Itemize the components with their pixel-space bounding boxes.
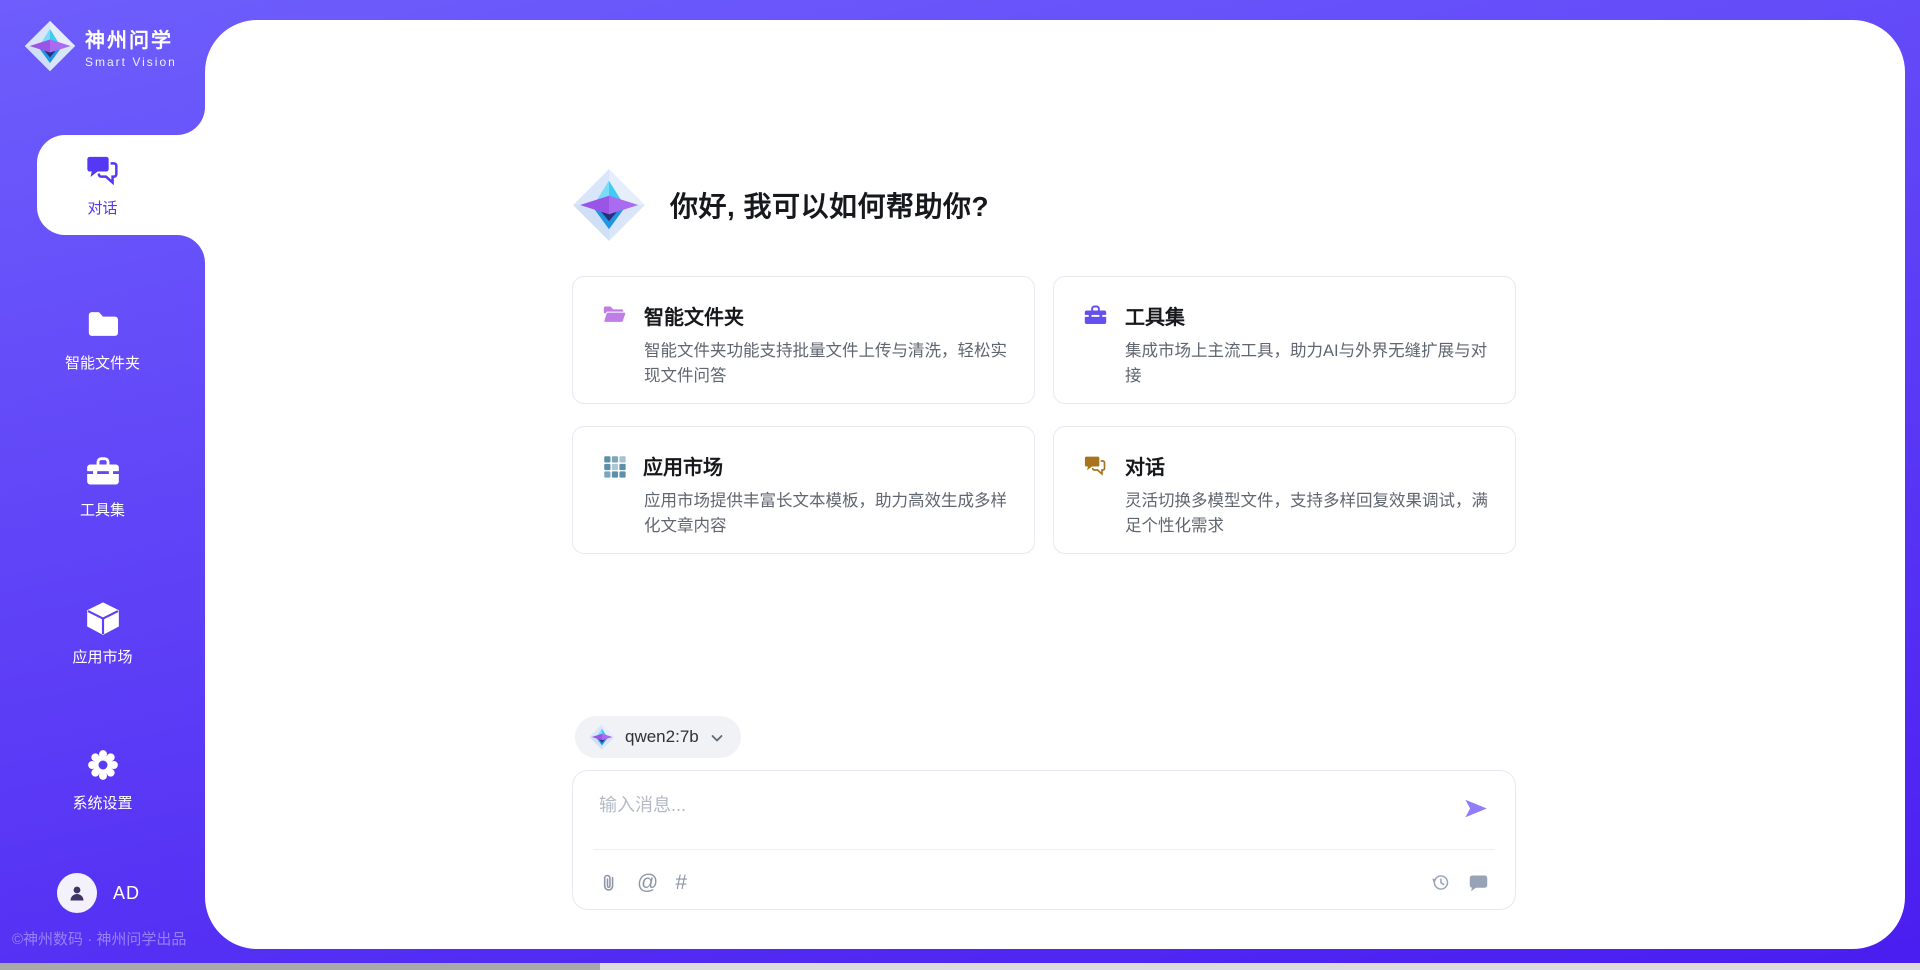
card-chat[interactable]: 对话 灵活切换多模型文件，支持多样回复效果调试，满足个性化需求 [1053, 426, 1516, 554]
sidebar-item-label: 应用市场 [72, 646, 132, 667]
card-title: 智能文件夹 [644, 301, 744, 330]
model-selector[interactable]: qwen2:7b [575, 716, 741, 758]
card-app-market[interactable]: 应用市场 应用市场提供丰富长文本模板，助力高效生成多样化文章内容 [572, 426, 1035, 554]
model-name: qwen2:7b [625, 727, 699, 747]
toolbox-icon [83, 452, 123, 492]
at-icon: @ [637, 872, 658, 893]
greeting-text: 你好, 我可以如何帮助你? [670, 185, 989, 225]
history-button[interactable] [1430, 872, 1451, 893]
hashtag-button[interactable]: # [675, 872, 687, 893]
paperclip-icon [599, 872, 620, 893]
horizontal-scrollbar [0, 963, 1920, 970]
avatar [57, 873, 97, 913]
greeting-row: 你好, 我可以如何帮助你? [572, 168, 989, 242]
card-title: 应用市场 [643, 451, 723, 480]
brand-diamond-icon [572, 168, 646, 242]
card-smart-folder[interactable]: 智能文件夹 智能文件夹功能支持批量文件上传与清洗，轻松实现文件问答 [572, 276, 1035, 404]
history-clock-icon [1430, 872, 1451, 893]
card-description: 应用市场提供丰富长文本模板，助力高效生成多样化文章内容 [644, 489, 1008, 539]
sidebar-item-label: 工具集 [80, 499, 125, 520]
sidebar-item-app-market[interactable]: 应用市场 [0, 599, 205, 667]
main-content-panel: 你好, 我可以如何帮助你? 智能文件夹 智能文件夹功能支持批量文件上传与清洗，轻… [205, 20, 1905, 949]
user-initials: AD [113, 883, 140, 904]
brand-subtitle: Smart Vision [85, 55, 177, 69]
chat-bubbles-icon [1082, 452, 1109, 479]
toolbox-icon [1082, 302, 1109, 329]
send-plane-icon [1462, 795, 1489, 822]
sidebar-item-label: 系统设置 [72, 792, 132, 813]
app-logo: 神州问学 Smart Vision [24, 20, 177, 72]
model-diamond-icon [589, 724, 615, 750]
sidebar-item-chat[interactable]: 对话 [0, 150, 205, 218]
hash-icon: # [675, 872, 687, 893]
conversation-button[interactable] [1468, 872, 1489, 893]
card-title: 对话 [1125, 451, 1165, 480]
card-description: 灵活切换多模型文件，支持多样回复效果调试，满足个性化需求 [1125, 489, 1489, 539]
logo-diamond-icon [24, 20, 76, 72]
user-account[interactable]: AD [57, 873, 140, 913]
message-composer: @ # [572, 770, 1516, 910]
mention-button[interactable]: @ [637, 872, 658, 893]
card-toolset[interactable]: 工具集 集成市场上主流工具，助力AI与外界无缝扩展与对接 [1053, 276, 1516, 404]
scrollbar-thumb[interactable] [0, 963, 600, 970]
cube-icon [83, 599, 123, 639]
folder-icon [83, 305, 123, 345]
chevron-down-icon [709, 730, 725, 746]
sidebar-item-label: 对话 [87, 197, 117, 218]
card-title: 工具集 [1125, 301, 1185, 330]
sidebar-item-toolset[interactable]: 工具集 [0, 452, 205, 520]
sidebar-item-smart-folder[interactable]: 智能文件夹 [0, 305, 205, 373]
folder-icon [601, 302, 628, 329]
copyright-text: ©神州数码 · 神州问学出品 [12, 928, 212, 949]
chat-bubbles-icon [83, 150, 123, 190]
brand-name: 神州问学 [85, 24, 177, 53]
composer-divider [593, 849, 1495, 850]
send-button[interactable] [1462, 795, 1489, 822]
card-description: 智能文件夹功能支持批量文件上传与清洗，轻松实现文件问答 [644, 339, 1008, 389]
sidebar-item-settings[interactable]: 系统设置 [0, 745, 205, 813]
feature-cards: 智能文件夹 智能文件夹功能支持批量文件上传与清洗，轻松实现文件问答 工具集 集成… [572, 276, 1516, 554]
attach-button[interactable] [599, 872, 620, 893]
sidebar-item-label: 智能文件夹 [65, 352, 140, 373]
gear-icon [83, 745, 123, 785]
card-description: 集成市场上主流工具，助力AI与外界无缝扩展与对接 [1125, 339, 1489, 389]
message-input[interactable] [599, 791, 1399, 843]
grid-icon [601, 453, 627, 479]
chat-bubble-icon [1468, 872, 1489, 893]
